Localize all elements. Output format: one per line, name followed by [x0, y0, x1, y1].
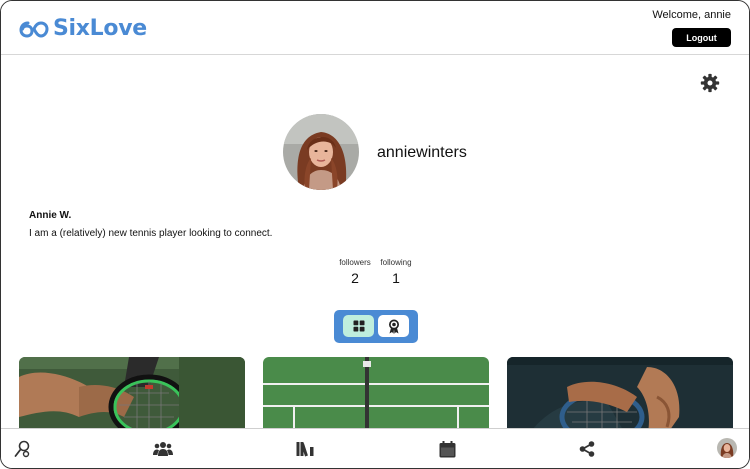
tennis-player-racket-photo — [19, 357, 245, 437]
following-label: following — [380, 258, 412, 267]
sixlove-logo-icon — [19, 20, 49, 38]
followers-count: 2 — [351, 270, 359, 286]
gear-icon[interactable] — [700, 73, 720, 93]
library-icon — [296, 442, 314, 457]
followers-stat[interactable]: followers 2 — [335, 258, 375, 286]
award-icon — [388, 319, 399, 334]
app-window: SixLove Welcome, annie Logout anniewinte… — [0, 0, 750, 469]
nav-community[interactable] — [153, 439, 173, 459]
people-icon — [153, 442, 173, 456]
tennis-court-net-photo — [263, 357, 489, 437]
brand-logo[interactable]: SixLove — [19, 16, 147, 41]
grid-icon — [353, 320, 364, 332]
followers-label: followers — [339, 258, 371, 267]
bottom-navigation — [1, 428, 749, 468]
username: anniewinters — [377, 144, 467, 161]
grid-view-button[interactable] — [343, 315, 374, 337]
achievements-view-button[interactable] — [378, 315, 409, 337]
nav-library[interactable] — [295, 439, 315, 459]
nav-calendar[interactable] — [437, 439, 457, 459]
profile-avatar — [283, 114, 359, 190]
post-thumbnail[interactable] — [19, 357, 245, 437]
nav-search-players[interactable] — [13, 439, 33, 459]
share-icon — [579, 441, 595, 457]
post-thumbnail[interactable] — [263, 357, 489, 437]
brand-name: SixLove — [53, 16, 147, 41]
following-stat[interactable]: following 1 — [376, 258, 416, 286]
profile-avatar-icon — [717, 438, 737, 458]
following-count: 1 — [392, 270, 400, 286]
profile-photo — [283, 114, 359, 190]
nav-profile-avatar[interactable] — [717, 438, 737, 458]
welcome-text: Welcome, annie — [652, 9, 731, 21]
calendar-icon — [439, 440, 455, 457]
tennis-racket-hands-photo — [507, 357, 733, 437]
post-thumbnail[interactable] — [507, 357, 733, 437]
search-person-icon — [14, 440, 30, 458]
top-bar: SixLove Welcome, annie Logout — [1, 1, 749, 55]
view-toggle — [334, 310, 418, 343]
nav-share[interactable] — [577, 439, 597, 459]
full-name: Annie W. — [29, 210, 72, 221]
bio-text: I am a (relatively) new tennis player lo… — [29, 228, 273, 239]
logout-button[interactable]: Logout — [672, 28, 731, 47]
